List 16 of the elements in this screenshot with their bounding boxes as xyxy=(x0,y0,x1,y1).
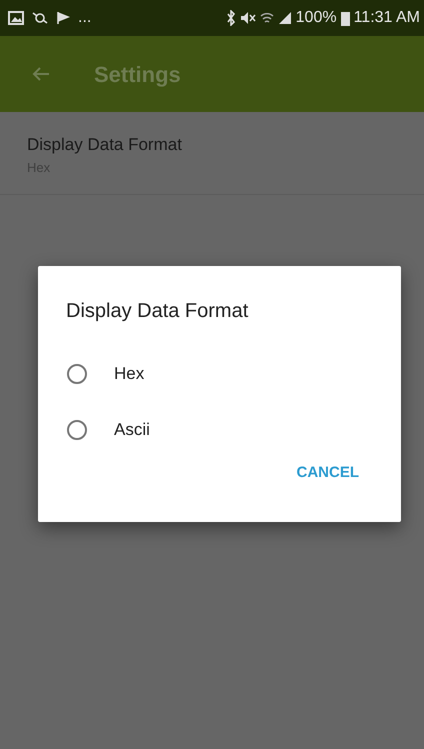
bluetooth-icon xyxy=(226,10,236,26)
battery-text: 100% xyxy=(296,8,337,28)
wifi-icon xyxy=(260,11,274,25)
battery-icon xyxy=(340,10,350,26)
screen-title: Settings xyxy=(94,60,181,89)
flag-icon xyxy=(56,11,70,25)
radio-option[interactable]: Ascii xyxy=(66,402,150,458)
mute-icon xyxy=(240,11,256,25)
more-notifications-text: ... xyxy=(78,8,92,28)
back-button[interactable] xyxy=(32,66,50,82)
signal-icon xyxy=(278,11,292,25)
dialog-title: Display Data Format xyxy=(66,299,250,324)
radio-option[interactable]: Hex xyxy=(66,346,144,402)
clock-text: 11:31 AM xyxy=(354,8,420,28)
back-arrow-icon xyxy=(32,66,50,82)
image-icon xyxy=(8,11,24,25)
